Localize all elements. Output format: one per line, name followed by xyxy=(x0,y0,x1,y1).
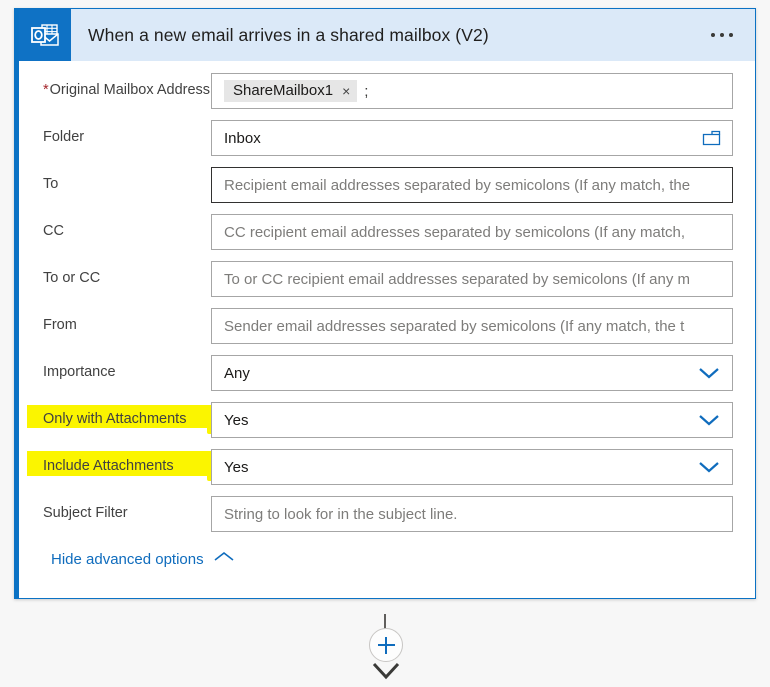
card-header: When a new email arrives in a shared mai… xyxy=(19,9,755,61)
field-control: Recipient email addresses separated by s… xyxy=(211,167,733,203)
field-label: To or CC xyxy=(43,270,101,286)
required-asterisk: * xyxy=(43,82,49,98)
only-with-attachments-value: Yes xyxy=(224,411,249,429)
form-row-cc: CC CC recipient email addresses separate… xyxy=(19,214,755,252)
overflow-menu-button[interactable] xyxy=(701,33,755,37)
ellipsis-dot xyxy=(720,33,724,37)
form-row-from: From Sender email addresses separated by… xyxy=(19,308,755,346)
mailbox-token-label: ShareMailbox1 xyxy=(233,82,334,99)
ellipsis-dot xyxy=(711,33,715,37)
flow-connector xyxy=(0,614,770,680)
form-row-folder: Folder Inbox xyxy=(19,120,755,158)
field-label: Include Attachments xyxy=(43,458,174,474)
to-or-cc-input[interactable]: To or CC recipient email addresses separ… xyxy=(211,261,733,297)
original-mailbox-address-input[interactable]: ShareMailbox1 × ; xyxy=(211,73,733,109)
token-separator: ; xyxy=(364,82,369,100)
folder-icon[interactable] xyxy=(702,130,721,146)
flow-action-card: When a new email arrives in a shared mai… xyxy=(14,8,756,599)
card-title: When a new email arrives in a shared mai… xyxy=(88,24,489,45)
plus-icon xyxy=(377,644,395,646)
field-control: ShareMailbox1 × ; xyxy=(211,73,733,109)
row-spacer xyxy=(19,440,755,449)
only-with-attachments-dropdown[interactable]: Yes xyxy=(211,402,733,438)
importance-dropdown[interactable]: Any xyxy=(211,355,733,391)
importance-value: Any xyxy=(224,364,250,382)
field-control: Yes xyxy=(211,402,733,438)
close-icon[interactable]: × xyxy=(342,84,350,98)
chevron-down-icon[interactable] xyxy=(697,413,721,427)
advanced-options-label[interactable]: Hide advanced options xyxy=(51,551,204,568)
field-label: Folder xyxy=(43,129,85,145)
form-row-subject-filter: Subject Filter String to look for in the… xyxy=(19,496,755,534)
field-label: CC xyxy=(43,223,64,239)
folder-input[interactable]: Inbox xyxy=(211,120,733,156)
add-step-button[interactable] xyxy=(369,628,403,662)
field-label: *Original Mailbox Address xyxy=(43,82,211,98)
include-attachments-value: Yes xyxy=(224,458,249,476)
row-spacer xyxy=(19,346,755,355)
field-label: Importance xyxy=(43,364,116,380)
field-control: To or CC recipient email addresses separ… xyxy=(211,261,733,297)
mailbox-token[interactable]: ShareMailbox1 × xyxy=(224,80,358,102)
row-spacer xyxy=(19,205,755,214)
row-spacer xyxy=(19,252,755,261)
include-attachments-dropdown[interactable]: Yes xyxy=(211,449,733,485)
form-row-to-or-cc: To or CC To or CC recipient email addres… xyxy=(19,261,755,299)
to-or-cc-placeholder: To or CC recipient email addresses separ… xyxy=(224,270,691,288)
form-row-include-attachments: Include Attachments Yes xyxy=(19,449,755,487)
to-input[interactable]: Recipient email addresses separated by s… xyxy=(211,167,733,203)
to-placeholder: Recipient email addresses separated by s… xyxy=(224,176,691,194)
field-label: Subject Filter xyxy=(43,505,128,521)
field-control: Sender email addresses separated by semi… xyxy=(211,308,733,344)
chevron-down-icon[interactable] xyxy=(697,460,721,474)
field-control: String to look for in the subject line. xyxy=(211,496,733,532)
advanced-options-toggle[interactable]: Hide advanced options xyxy=(19,534,755,568)
field-control: CC recipient email addresses separated b… xyxy=(211,214,733,250)
field-label: From xyxy=(43,317,77,333)
from-input[interactable]: Sender email addresses separated by semi… xyxy=(211,308,733,344)
form-row-original-mailbox-address: *Original Mailbox Address ShareMailbox1 … xyxy=(19,73,755,111)
row-spacer xyxy=(19,299,755,308)
row-spacer xyxy=(19,111,755,120)
field-control: Yes xyxy=(211,449,733,485)
cc-input[interactable]: CC recipient email addresses separated b… xyxy=(211,214,733,250)
form-row-only-with-attachments: Only with Attachments Yes xyxy=(19,402,755,440)
row-spacer xyxy=(19,158,755,167)
arrow-down-icon xyxy=(370,662,402,687)
row-spacer xyxy=(19,487,755,496)
row-spacer xyxy=(19,393,755,402)
cc-placeholder: CC recipient email addresses separated b… xyxy=(224,223,686,241)
field-label: Only with Attachments xyxy=(43,411,187,427)
chevron-down-icon[interactable] xyxy=(697,366,721,380)
field-control: Inbox xyxy=(211,120,733,156)
from-placeholder: Sender email addresses separated by semi… xyxy=(224,317,685,335)
card-body: *Original Mailbox Address ShareMailbox1 … xyxy=(19,61,755,598)
form-row-to: To Recipient email addresses separated b… xyxy=(19,167,755,205)
folder-value: Inbox xyxy=(224,129,261,147)
ellipsis-dot xyxy=(729,33,733,37)
outlook-icon xyxy=(19,9,71,61)
subject-filter-input[interactable]: String to look for in the subject line. xyxy=(211,496,733,532)
form-row-importance: Importance Any xyxy=(19,355,755,393)
field-label: To xyxy=(43,176,59,192)
field-control: Any xyxy=(211,355,733,391)
chevron-up-icon[interactable] xyxy=(213,550,235,568)
subject-filter-placeholder: String to look for in the subject line. xyxy=(224,505,458,523)
